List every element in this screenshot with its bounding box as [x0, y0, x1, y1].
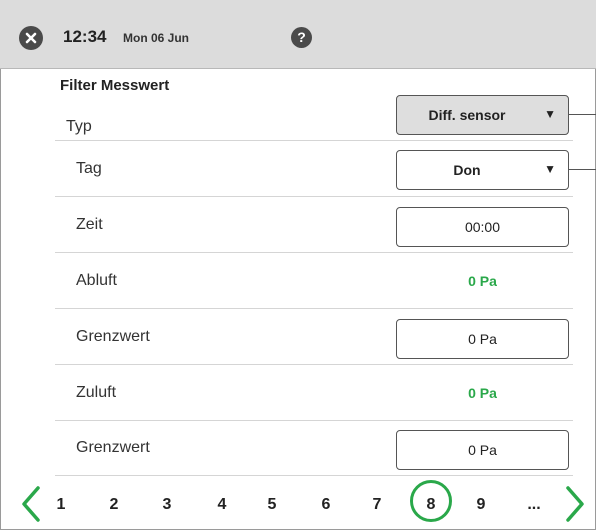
next-page-button[interactable]: [564, 484, 586, 524]
row-label: Tag: [76, 159, 102, 177]
chevron-down-icon: ▼: [544, 162, 556, 176]
row-zeit: Zeit 00:00: [55, 197, 573, 253]
row-label: Zuluft: [76, 383, 117, 401]
prev-page-button[interactable]: [20, 484, 42, 524]
page-more[interactable]: ...: [519, 496, 549, 514]
header-bar: 12:34 Mon 06 Jun ?: [0, 0, 596, 69]
tag-select[interactable]: Don ▼: [396, 150, 569, 190]
close-button[interactable]: [19, 26, 43, 50]
close-icon: [25, 32, 37, 44]
clock-date: Mon 06 Jun: [123, 31, 190, 45]
row-label: Grenzwert: [76, 438, 150, 456]
help-button[interactable]: ?: [291, 27, 312, 48]
row-zuluft: Zuluft 0 Pa: [55, 365, 573, 421]
clock-time: 12:34: [63, 27, 107, 46]
zeit-input[interactable]: 00:00: [396, 207, 569, 247]
connector-line: [569, 114, 596, 115]
typ-select-value: Diff. sensor: [428, 107, 506, 123]
tag-select-value: Don: [453, 162, 481, 178]
page-5[interactable]: 5: [257, 496, 287, 514]
row-label: Zeit: [76, 215, 103, 233]
abluft-value: 0 Pa: [468, 272, 497, 289]
chevron-right-icon: [566, 486, 584, 522]
typ-select[interactable]: Diff. sensor ▼: [396, 95, 569, 135]
page-7[interactable]: 7: [362, 496, 392, 514]
help-icon: ?: [297, 29, 306, 45]
grenzwert-zuluft-input[interactable]: 0 Pa: [396, 430, 569, 470]
page-6[interactable]: 6: [311, 496, 341, 514]
chevron-left-icon: [22, 486, 40, 522]
page-3[interactable]: 3: [152, 496, 182, 514]
page-9[interactable]: 9: [466, 496, 496, 514]
page-4[interactable]: 4: [207, 496, 237, 514]
chevron-down-icon: ▼: [544, 107, 556, 121]
grenzwert-abluft-input[interactable]: 0 Pa: [396, 319, 569, 359]
page-1[interactable]: 1: [46, 496, 76, 514]
row-grenzwert-abluft: Grenzwert 0 Pa: [55, 309, 573, 365]
row-label: Typ: [66, 118, 92, 135]
page-8[interactable]: 8: [416, 496, 446, 514]
page-2[interactable]: 2: [99, 496, 129, 514]
row-abluft: Abluft 0 Pa: [55, 253, 573, 309]
zuluft-value: 0 Pa: [468, 384, 497, 401]
pager: 1 2 3 4 5 6 7 8 9 ...: [0, 478, 596, 530]
row-label: Abluft: [76, 271, 117, 289]
row-label: Grenzwert: [76, 327, 150, 345]
row-grenzwert-zuluft: Grenzwert 0 Pa: [55, 420, 573, 476]
connector-line: [569, 169, 596, 170]
